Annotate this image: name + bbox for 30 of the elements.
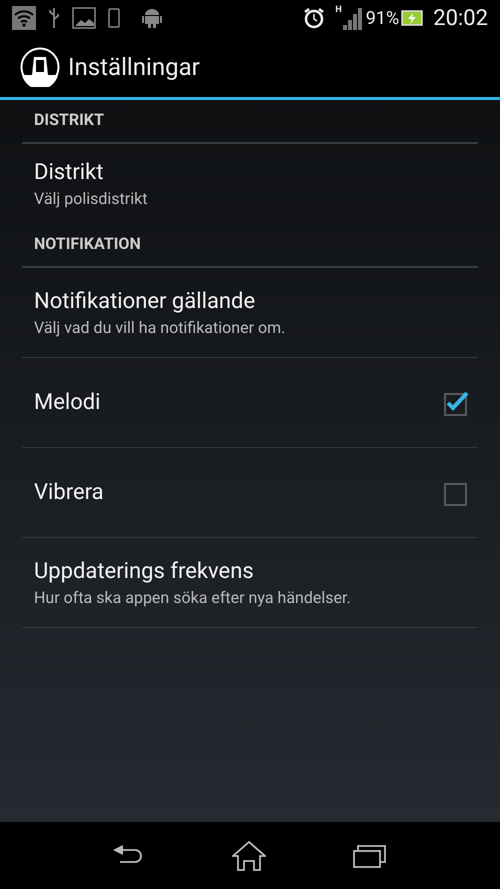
preference-row[interactable]: Vibrera <box>22 448 478 538</box>
battery-charging-icon <box>401 10 424 26</box>
phone-icon <box>108 8 120 28</box>
recent-apps-icon[interactable] <box>352 842 387 868</box>
preference-row[interactable]: Uppdaterings frekvens Hur ofta ska appen söka efter nya händelser. <box>22 538 478 628</box>
image-icon <box>72 7 96 29</box>
home-icon[interactable] <box>232 840 266 870</box>
clock: 20:02 <box>433 4 488 32</box>
usb-icon <box>48 7 60 29</box>
preference-title: Uppdaterings frekvens <box>34 558 255 586</box>
section-header: DISTRIKT <box>22 100 478 144</box>
preference-title: Notifikationer gällande <box>34 288 256 316</box>
app-logo-icon[interactable] <box>20 46 60 86</box>
preference-title: Vibrera <box>34 478 105 506</box>
preference-summary: Välj polisdistrikt <box>34 188 148 210</box>
preference-summary: Hur ofta ska appen söka efter nya händelser. <box>34 586 352 608</box>
preference-summary: Välj vad du vill ha notifikationer om. <box>34 316 286 338</box>
preference-title: Melodi <box>34 388 102 416</box>
battery-percent: 91% <box>366 6 400 30</box>
signal-icon <box>342 8 362 30</box>
preference-row[interactable]: Distrikt Välj polisdistrikt <box>22 144 478 224</box>
android-icon <box>142 7 162 29</box>
section-header: NOTIFIKATION <box>22 224 478 268</box>
alarm-clock-icon <box>303 7 326 29</box>
preference-row[interactable]: Notifikationer gällande Välj vad du vill ha notifikationer om. <box>22 268 478 358</box>
preference-title: Distrikt <box>34 159 104 187</box>
wifi-icon <box>12 6 36 30</box>
network-type-label: H <box>335 6 342 15</box>
screen-title: Inställningar <box>68 52 200 82</box>
preference-row[interactable]: Melodi <box>22 358 478 448</box>
